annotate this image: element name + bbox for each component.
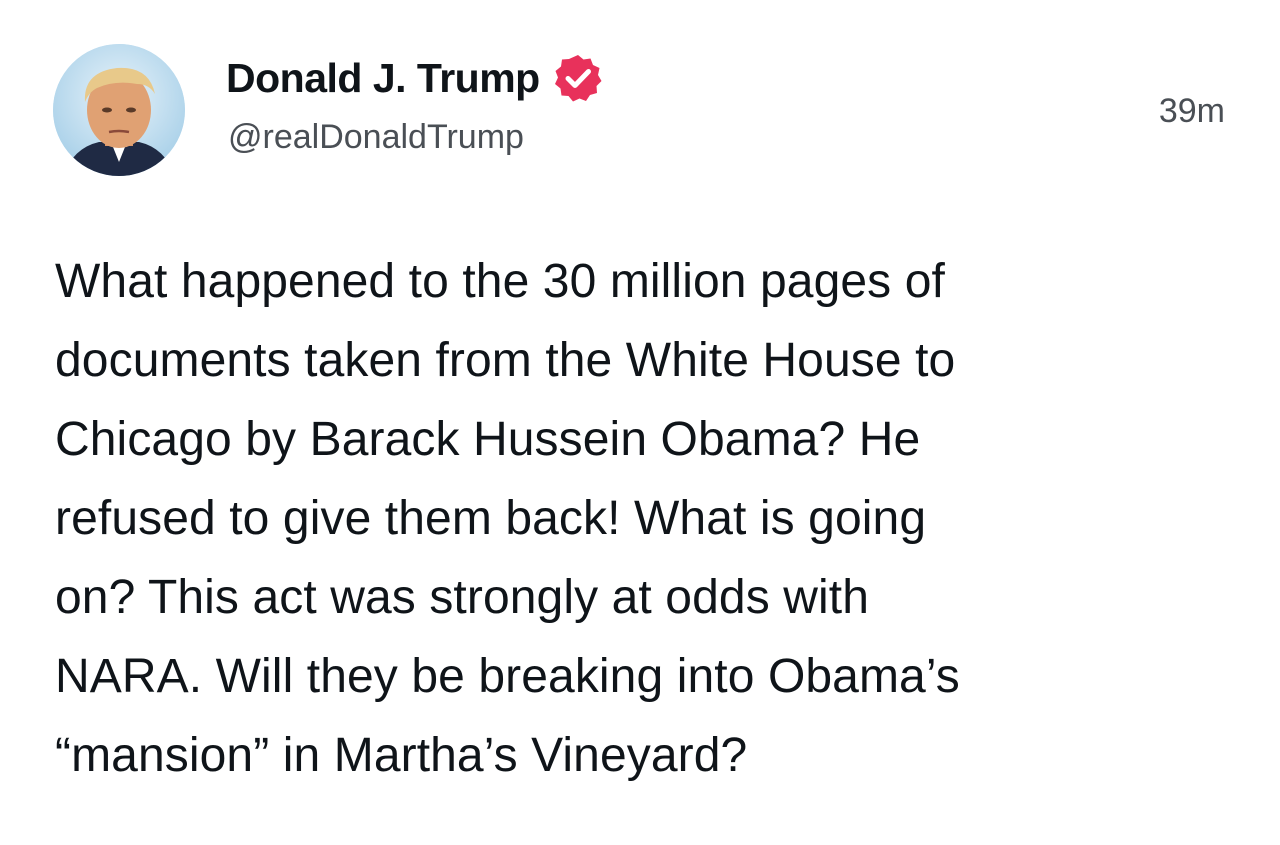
post-timestamp[interactable]: 39m xyxy=(1159,92,1225,131)
author-handle[interactable]: @realDonaldTrump xyxy=(228,118,524,157)
post-card: Donald J. Trump @realDonaldTrump 39m Wha… xyxy=(0,0,1280,845)
avatar-photo-icon xyxy=(53,44,185,176)
avatar[interactable] xyxy=(53,44,185,176)
author-display-name[interactable]: Donald J. Trump xyxy=(226,55,540,102)
verified-badge-icon xyxy=(554,55,602,102)
author-name-row[interactable]: Donald J. Trump xyxy=(226,52,604,104)
post-body-text: What happened to the 30 million pages of… xyxy=(55,255,960,782)
